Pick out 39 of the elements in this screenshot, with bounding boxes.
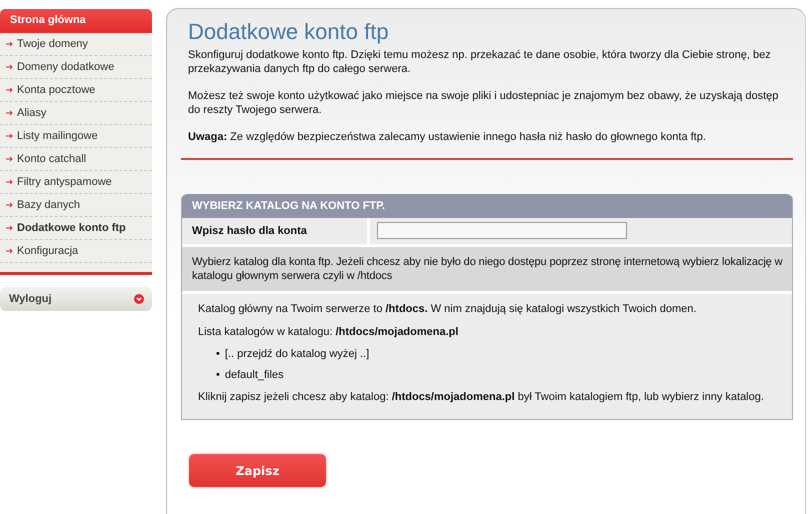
menu-item[interactable]: Konfiguracja xyxy=(6,240,146,262)
bullet: • xyxy=(216,369,220,381)
save-button[interactable]: Zapisz xyxy=(189,454,326,487)
menu-item[interactable]: Konto catchall xyxy=(6,148,146,170)
menu-item[interactable]: Aliasy xyxy=(6,102,146,124)
paragraph: Uwaga: Ze względów bezpieczeństwa zalecamy ustawienie innego hasła niż hasło do głownego konta ftp. xyxy=(188,130,707,144)
arrow-icon xyxy=(6,64,14,70)
description-text: Wybierz katalog dla konta ftp. Jeżeli chcesz aby nie było do niego dostępu poprzez stronę internetową wybierz lokalizację w katalogu głownym serwera czyli w /htdocs xyxy=(182,247,792,294)
arrow-icon xyxy=(6,110,14,116)
menu-item[interactable]: Twoje domeny xyxy=(6,33,146,55)
section-header: WYBIERZ KATALOG NA KONTO FTP. xyxy=(182,194,792,218)
arrow-icon xyxy=(6,87,14,93)
info-text: Lista katalogów w katalogu: /htdocs/mojadomena.pl xyxy=(198,325,460,339)
paragraph: Możesz też swoje konto użytkować jako miejsce na swoje pliki i udostepniac je znajomym bez obawy, że uzyskają dostęp do reszty Twojego serwera. xyxy=(188,89,780,117)
arrow-icon xyxy=(6,41,14,47)
menu-header[interactable]: Strona główna xyxy=(0,9,152,33)
field-label: Wpisz hasło dla konta xyxy=(182,218,370,244)
menu-item[interactable]: Listy mailingowe xyxy=(6,125,146,147)
arrow-icon xyxy=(6,202,14,208)
paragraph: Skonfiguruj dodatkowe konto ftp. Dzięki temu możesz np. przekazać te dane osobie, która tworzy dla Ciebie stronę, bez przekazywania danych ftp do całego serwera. xyxy=(188,48,772,76)
arrow-icon xyxy=(6,179,14,185)
directory-item[interactable]: [.. przejdź do katalog wyżej ..] xyxy=(224,348,370,360)
bullet: • xyxy=(216,348,220,360)
menu-item[interactable]: Filtry antyspamowe xyxy=(6,171,146,193)
info-text: Katalog główny na Twoim serwerze to /htdocs. W nim znajdują się katalogi wszystkich Twoich domen. xyxy=(198,302,698,316)
arrow-icon xyxy=(6,248,14,254)
logout-button[interactable]: Wyloguj xyxy=(0,287,152,311)
menu-item[interactable]: Konta pocztowe xyxy=(6,79,146,101)
arrow-icon xyxy=(6,156,14,162)
menu-item[interactable]: Dodatkowe konto ftp xyxy=(6,217,146,239)
menu-item[interactable]: Domeny dodatkowe xyxy=(6,56,146,78)
menu-item[interactable]: Bazy danych xyxy=(6,194,146,216)
arrow-icon xyxy=(6,133,14,139)
arrow-icon xyxy=(6,225,14,231)
directory-item[interactable]: default_files xyxy=(224,369,284,381)
chevron-down-icon xyxy=(134,294,144,304)
password-field[interactable] xyxy=(377,222,627,239)
info-text: Kliknij zapisz jeżeli chcesz aby katalog: /htdocs/mojadomena.pl był Twoim katalogiem ftp, lub wybierz inny katalog. xyxy=(198,390,765,404)
page-title: Dodatkowe konto ftp xyxy=(188,19,390,45)
